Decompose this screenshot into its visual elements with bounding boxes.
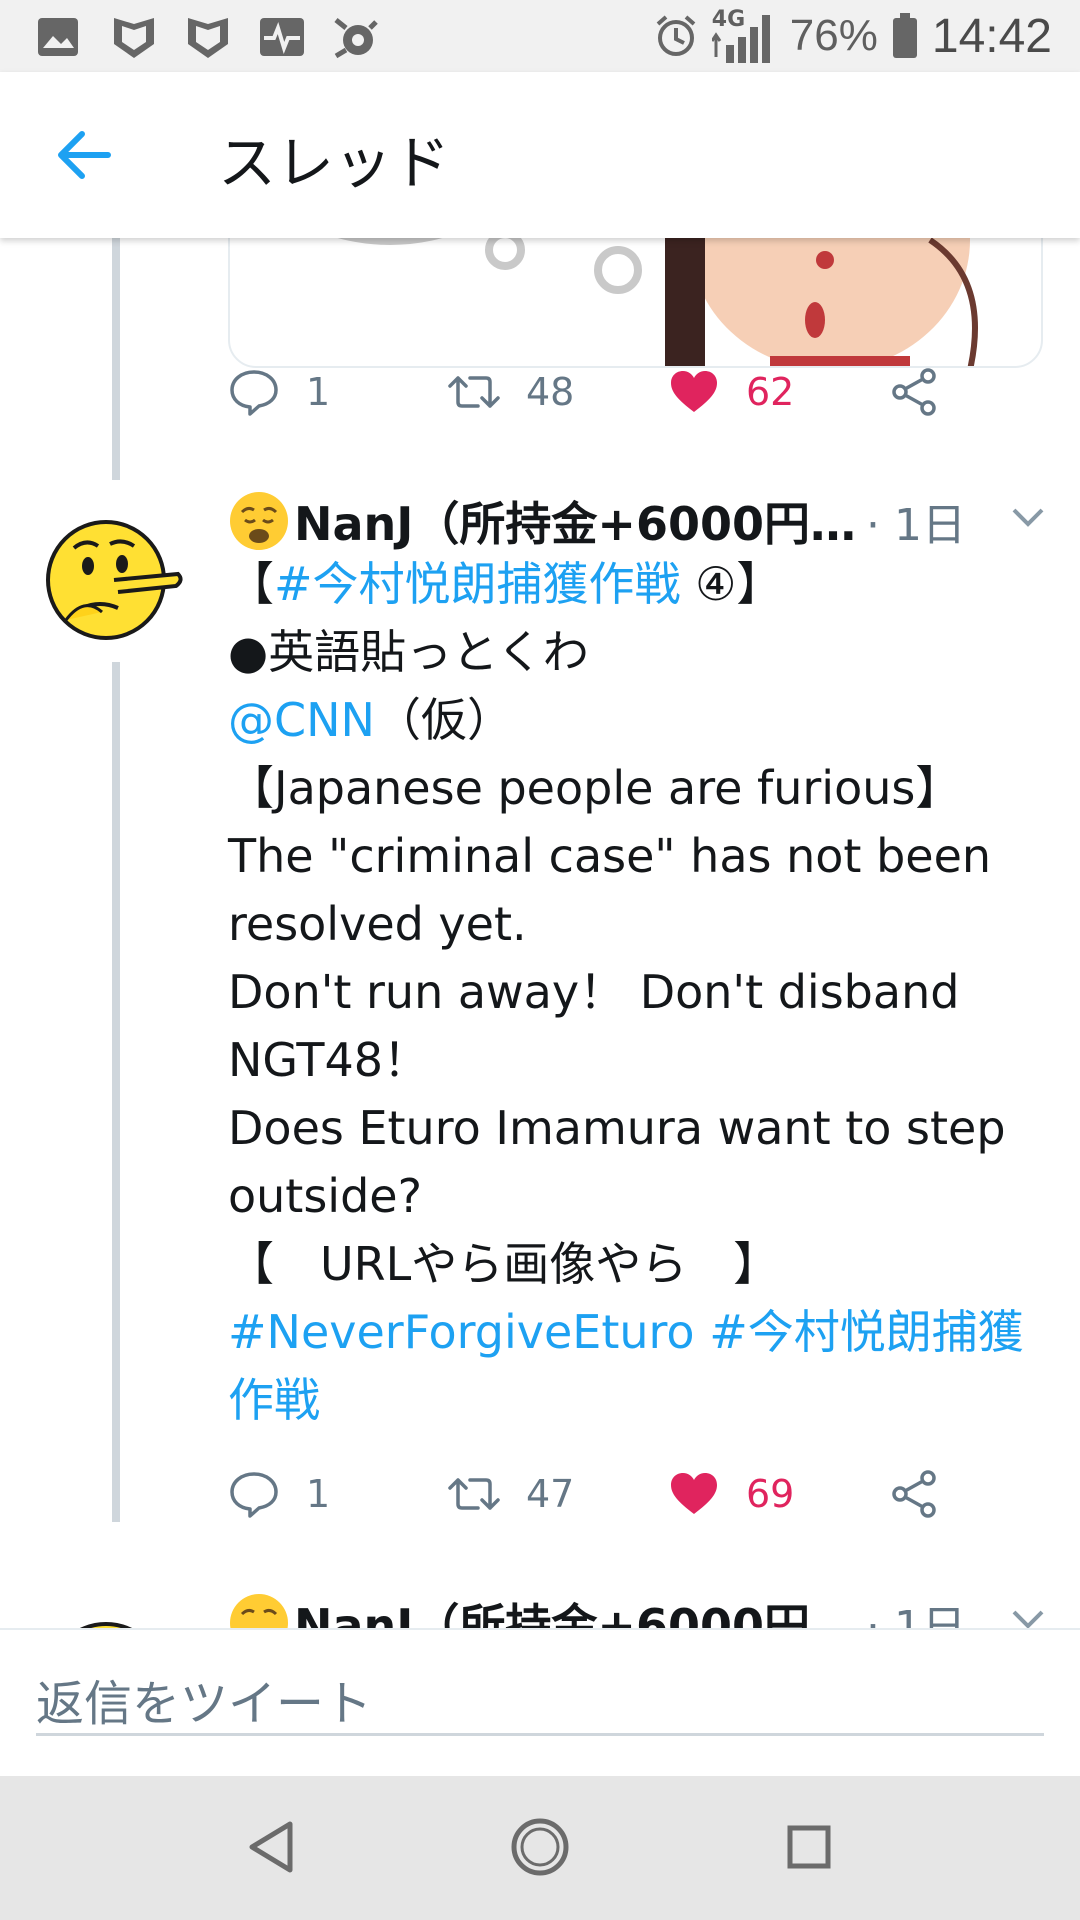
reply-composer: 返信をツイート (0, 1628, 1080, 1776)
pulse-icon (260, 18, 304, 56)
hashtag-link[interactable]: #NeverForgiveEturo (228, 1305, 695, 1359)
retweet-count: 47 (526, 1472, 575, 1516)
tweet-text-line: @CNN（仮） (228, 686, 1058, 754)
tweet-text: 【#今村悦朗捕獲作戦 ④】 ●英語貼っとくわ @CNN（仮） 【Japanese pe… (228, 550, 1058, 1434)
tweet-text-segment: Don't run away！ Don't disband (228, 965, 960, 1019)
thread-connector (112, 238, 120, 480)
reply-input[interactable]: 返信をツイート (36, 1664, 1044, 1736)
tweet-actions: 1 48 62 (228, 362, 988, 422)
battery-icon (892, 13, 917, 58)
tweet-text-line: #NeverForgiveEturo #今村悦朗捕獲 (228, 1298, 1058, 1366)
reply-icon (230, 1472, 278, 1518)
hashtag-link[interactable]: #今村悦朗捕獲 (709, 1305, 1024, 1359)
reply-icon (230, 370, 278, 416)
notification-icons (34, 14, 382, 60)
tweet-actions: 1 47 69 (228, 1464, 988, 1524)
retweet-icon (448, 376, 500, 408)
arrow-left-icon[interactable] (50, 120, 120, 190)
back-triangle-icon[interactable] (236, 1812, 306, 1882)
hashtag-link[interactable]: #今村悦朗捕獲作戦 (274, 557, 681, 611)
retweet-count: 48 (526, 370, 575, 414)
heart-icon (671, 371, 717, 412)
system-status: 4G 76% 14:42 (654, 6, 1052, 66)
tweet-text-segment: 【 (228, 557, 274, 611)
tweet-header: NanJ（所持金+6000円 · 1日 (228, 1588, 1048, 1628)
author-name[interactable]: NanJ（所持金+6000円… (294, 488, 854, 554)
like-count: 69 (746, 1472, 795, 1516)
tweet-timestamp: · 1日 (866, 500, 966, 551)
thread-content[interactable]: 1 48 62 NanJ（所持金+6000円… · 1日 【#今村悦朗捕獲作戦 … (0, 238, 1080, 1628)
reply-count: 1 (306, 370, 331, 414)
tweet-text-line: Don't run away！ Don't disband (228, 958, 1058, 1026)
share-icon (892, 368, 936, 416)
illustration-image (337, 238, 978, 366)
like-button[interactable]: 62 (668, 362, 794, 422)
tweet-text-line: 【 URLやら画像やら 】 (228, 1230, 1058, 1298)
mention-link[interactable]: @CNN (228, 693, 375, 747)
bug-icon (334, 18, 378, 59)
tweet-text-line: Does Eturo Imamura want to step (228, 1094, 1058, 1162)
signal-icon: 4G (711, 7, 776, 65)
battery-percentage: 76% (789, 11, 878, 60)
tweet-text-line: NGT48！ (228, 1026, 1058, 1094)
tweet-text-segment: ④】 (680, 557, 783, 611)
alarm-icon (656, 15, 696, 56)
like-button[interactable]: 69 (668, 1464, 794, 1524)
chevron-down-icon[interactable] (1008, 498, 1048, 538)
tweet-text-segment: （仮） (374, 693, 513, 747)
heart-icon (671, 1473, 717, 1514)
tweet-text-segment: resolved yet. (228, 897, 527, 951)
thread-connector (112, 662, 120, 1522)
tweet-text-line: 【#今村悦朗捕獲作戦 ④】 (228, 550, 1058, 618)
tweet-text-line: The "criminal case" has not been (228, 822, 1058, 890)
reply-count: 1 (306, 1472, 331, 1516)
recents-square-icon[interactable] (774, 1812, 844, 1882)
tweet-text-segment: NGT48！ (228, 1033, 430, 1087)
tweet-text-segment: ●英語貼っとくわ (228, 625, 589, 679)
page-title: スレッド (218, 129, 451, 197)
user-avatar[interactable] (44, 508, 184, 648)
tweet-text-line: 【Japanese people are furious】 (228, 754, 1058, 822)
tweet-text-segment: 【Japanese people are furious】 (228, 761, 962, 815)
clock: 14:42 (931, 9, 1052, 63)
reply-button[interactable]: 1 (228, 1464, 330, 1524)
retweet-icon (448, 1478, 500, 1510)
tweet-text-segment: The "criminal case" has not been (228, 829, 992, 883)
anguished-face-icon (230, 492, 288, 550)
tweet-header: NanJ（所持金+6000円… · 1日 (228, 486, 1048, 556)
tweet-text-segment: 【 URLやら画像やら 】 (228, 1237, 780, 1291)
author-name[interactable]: NanJ（所持金+6000円 (294, 1590, 854, 1628)
status-bar: 4G 76% 14:42 (0, 0, 1080, 72)
app-header: スレッド (0, 72, 1080, 238)
tweet-text-line: outside? (228, 1162, 1058, 1230)
tweet-text-line: ●英語貼っとくわ (228, 618, 1058, 686)
retweet-button[interactable]: 48 (448, 362, 574, 422)
shield-icon (114, 18, 154, 58)
chevron-down-icon[interactable] (1008, 1600, 1048, 1628)
shield-icon (188, 18, 228, 58)
tweet-text-segment: Does Eturo Imamura want to step (228, 1101, 1006, 1155)
tweet-media-image[interactable] (228, 238, 1043, 368)
tweet-text-segment (695, 1305, 710, 1359)
user-avatar[interactable] (44, 1610, 184, 1628)
system-nav-bar (0, 1776, 1080, 1920)
anguished-face-icon (230, 1594, 288, 1628)
share-button[interactable] (888, 1464, 940, 1524)
hashtag-link[interactable]: 作戦 (228, 1373, 320, 1427)
retweet-button[interactable]: 47 (448, 1464, 574, 1524)
share-button[interactable] (888, 362, 940, 422)
reply-button[interactable]: 1 (228, 362, 330, 422)
tweet-text-segment: outside? (228, 1169, 422, 1223)
home-circle-icon[interactable] (505, 1812, 575, 1882)
share-icon (892, 1470, 936, 1518)
tweet-text-line: 作戦 (228, 1366, 1058, 1434)
tweet-timestamp: · 1日 (866, 1602, 966, 1628)
tweet-text-line: resolved yet. (228, 890, 1058, 958)
like-count: 62 (746, 370, 795, 414)
image-icon (38, 18, 78, 56)
